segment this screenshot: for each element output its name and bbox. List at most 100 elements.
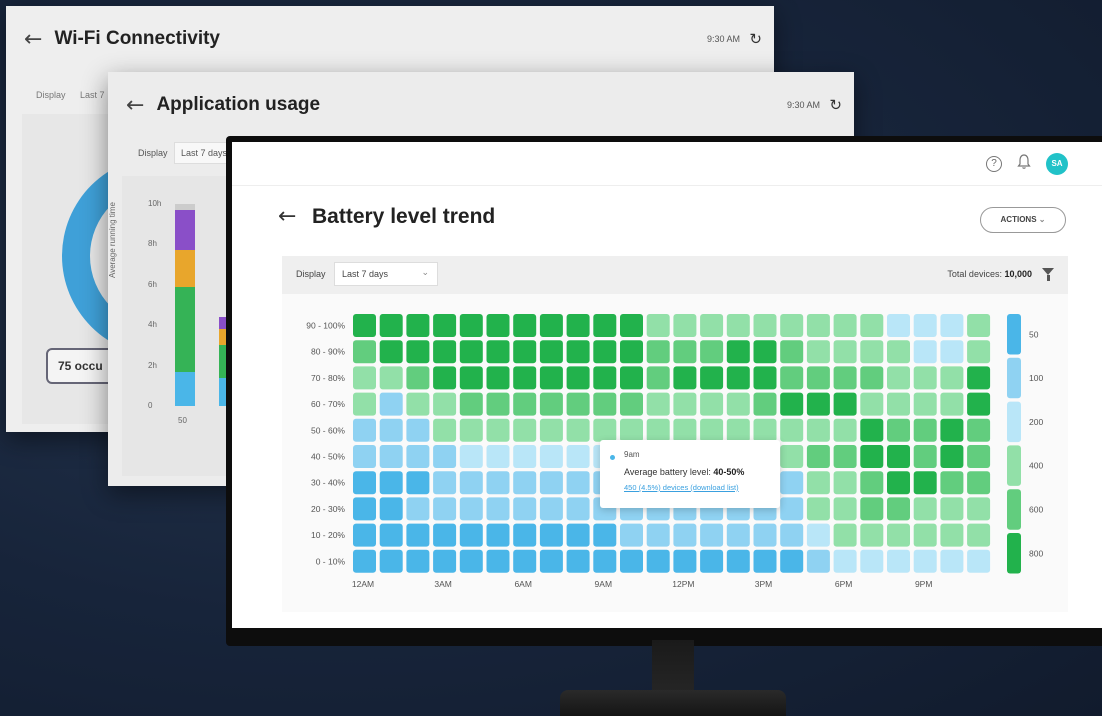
heatmap-cell[interactable]	[379, 445, 403, 468]
heatmap-cell[interactable]	[539, 366, 563, 390]
heatmap-cell[interactable]	[566, 366, 590, 390]
heatmap-cell[interactable]	[593, 549, 617, 573]
heatmap-cell[interactable]	[593, 523, 617, 547]
heatmap-cell[interactable]	[353, 418, 376, 442]
heatmap-cell[interactable]	[940, 471, 964, 495]
heatmap-cell[interactable]	[940, 445, 964, 468]
heatmap-cell[interactable]	[806, 392, 830, 416]
heatmap-cell[interactable]	[887, 549, 910, 573]
heatmap-cell[interactable]	[433, 366, 457, 390]
heatmap-cell[interactable]	[940, 392, 964, 416]
heatmap-cell[interactable]	[620, 418, 643, 442]
heatmap-cell[interactable]	[459, 314, 483, 337]
heatmap-cell[interactable]	[353, 392, 376, 416]
heatmap-cell[interactable]	[459, 471, 483, 495]
heatmap-cell[interactable]	[673, 392, 697, 416]
heatmap-cell[interactable]	[753, 392, 777, 416]
heatmap-cell[interactable]	[353, 340, 376, 364]
heatmap-cell[interactable]	[406, 471, 430, 495]
range-label[interactable]: Last 7	[80, 90, 105, 100]
heatmap-cell[interactable]	[379, 366, 403, 390]
heatmap-cell[interactable]	[459, 340, 483, 364]
heatmap-cell[interactable]	[940, 497, 964, 521]
heatmap-cell[interactable]	[806, 340, 830, 364]
heatmap-cell[interactable]	[806, 549, 830, 573]
heatmap-cell[interactable]	[833, 445, 857, 468]
heatmap-cell[interactable]	[940, 549, 964, 573]
heatmap-cell[interactable]	[566, 523, 590, 547]
heatmap-cell[interactable]	[726, 392, 750, 416]
heatmap-cell[interactable]	[887, 445, 910, 468]
heatmap-cell[interactable]	[753, 523, 777, 547]
heatmap-cell[interactable]	[433, 392, 457, 416]
heatmap-cell[interactable]	[433, 418, 457, 442]
heatmap-cell[interactable]	[700, 523, 724, 547]
heatmap-cell[interactable]	[433, 340, 457, 364]
heatmap-cell[interactable]	[459, 445, 483, 468]
heatmap-cell[interactable]	[593, 392, 617, 416]
heatmap-cell[interactable]	[967, 340, 991, 364]
heatmap-cell[interactable]	[539, 523, 563, 547]
heatmap-cell[interactable]	[913, 549, 937, 573]
heatmap-cell[interactable]	[780, 366, 804, 390]
heatmap-cell[interactable]	[780, 445, 804, 468]
heatmap-cell[interactable]	[406, 497, 430, 521]
heatmap-cell[interactable]	[406, 366, 430, 390]
heatmap-cell[interactable]	[620, 523, 643, 547]
heatmap-cell[interactable]	[353, 445, 376, 468]
heatmap-cell[interactable]	[726, 523, 750, 547]
heatmap-cell[interactable]	[566, 497, 590, 521]
heatmap-cell[interactable]	[646, 392, 670, 416]
heatmap-cell[interactable]	[940, 418, 964, 442]
heatmap-cell[interactable]	[486, 392, 510, 416]
heatmap-cell[interactable]	[379, 418, 403, 442]
heatmap-cell[interactable]	[860, 418, 884, 442]
heatmap-cell[interactable]	[513, 366, 537, 390]
heatmap-cell[interactable]	[913, 366, 937, 390]
heatmap-cell[interactable]	[673, 366, 697, 390]
heatmap-cell[interactable]	[913, 445, 937, 468]
heatmap-cell[interactable]	[967, 445, 991, 468]
heatmap-cell[interactable]	[566, 314, 590, 337]
heatmap-cell[interactable]	[833, 314, 857, 337]
heatmap-cell[interactable]	[913, 497, 937, 521]
heatmap-cell[interactable]	[513, 445, 537, 468]
heatmap-cell[interactable]	[860, 392, 884, 416]
heatmap-cell[interactable]	[673, 523, 697, 547]
heatmap-cell[interactable]	[860, 314, 884, 337]
heatmap-cell[interactable]	[513, 314, 537, 337]
heatmap-cell[interactable]	[353, 471, 376, 495]
heatmap-cell[interactable]	[513, 471, 537, 495]
heatmap-cell[interactable]	[353, 523, 376, 547]
heatmap-cell[interactable]	[726, 549, 750, 573]
heatmap-cell[interactable]	[459, 392, 483, 416]
heatmap-cell[interactable]	[593, 340, 617, 364]
heatmap-cell[interactable]	[539, 392, 563, 416]
heatmap-cell[interactable]	[860, 445, 884, 468]
heatmap-cell[interactable]	[433, 549, 457, 573]
heatmap-cell[interactable]	[513, 340, 537, 364]
heatmap-cell[interactable]	[887, 418, 910, 442]
heatmap-cell[interactable]	[913, 471, 937, 495]
heatmap-cell[interactable]	[539, 549, 563, 573]
heatmap-cell[interactable]	[539, 340, 563, 364]
heatmap-cell[interactable]	[700, 314, 724, 337]
heatmap-cell[interactable]	[620, 314, 643, 337]
heatmap-cell[interactable]	[753, 366, 777, 390]
heatmap-cell[interactable]	[566, 445, 590, 468]
heatmap-cell[interactable]	[486, 366, 510, 390]
heatmap-cell[interactable]	[646, 549, 670, 573]
heatmap-cell[interactable]	[433, 497, 457, 521]
heatmap-cell[interactable]	[753, 314, 777, 337]
heatmap-cell[interactable]	[353, 549, 376, 573]
heatmap-cell[interactable]	[593, 366, 617, 390]
heatmap-cell[interactable]	[940, 314, 964, 337]
heatmap-cell[interactable]	[353, 314, 376, 337]
heatmap-cell[interactable]	[459, 418, 483, 442]
heatmap-cell[interactable]	[967, 549, 991, 573]
heatmap-cell[interactable]	[887, 340, 910, 364]
heatmap-cell[interactable]	[860, 549, 884, 573]
heatmap-cell[interactable]	[753, 340, 777, 364]
heatmap-cell[interactable]	[967, 471, 991, 495]
heatmap-cell[interactable]	[406, 549, 430, 573]
